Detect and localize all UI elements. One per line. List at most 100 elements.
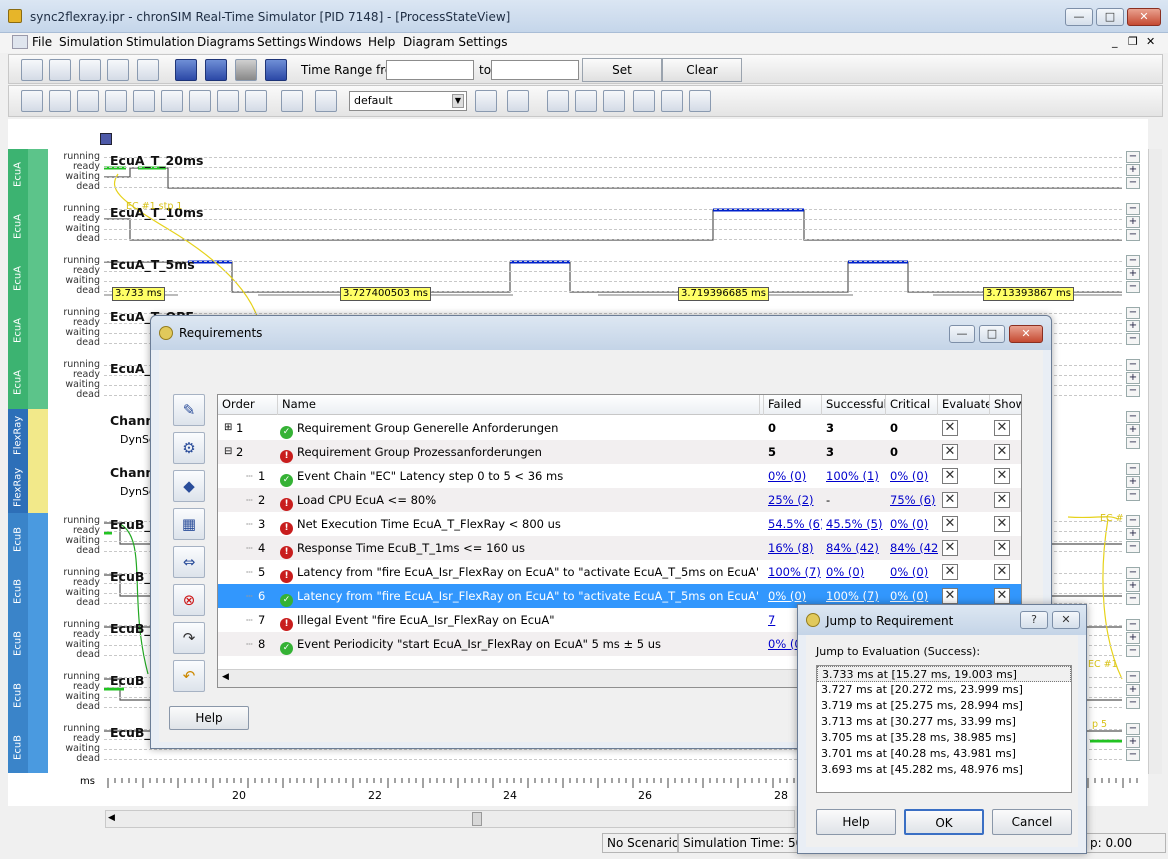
jump-list[interactable]: 3.733 ms at [15.27 ms, 19.003 ms] 3.727 m…	[816, 665, 1072, 793]
eye-icon[interactable]	[315, 90, 337, 112]
lane-title[interactable]: EcuB_	[110, 517, 151, 532]
jump-help-action-button[interactable]: Help	[816, 809, 896, 835]
lane-expand-icon[interactable]: +	[1126, 736, 1140, 748]
lane-collapse-icon[interactable]: −	[1126, 177, 1140, 189]
delete-icon[interactable]: ⊗	[173, 584, 205, 616]
requirement-settings-icon[interactable]: ⚙	[173, 432, 205, 464]
jump-list-item[interactable]: 3.713 ms at [30.277 ms, 33.99 ms]	[817, 714, 1071, 730]
lane-collapse-icon[interactable]: −	[1126, 255, 1140, 267]
diagram-settings-icon[interactable]	[475, 90, 497, 112]
lane-expand-icon[interactable]: +	[1126, 268, 1140, 280]
open-project-icon[interactable]	[21, 59, 43, 81]
requirement-critical[interactable]: 84% (42)	[890, 536, 938, 560]
signal-icon[interactable]	[281, 90, 303, 112]
lane-expand-icon[interactable]: +	[1126, 528, 1140, 540]
lane-collapse-icon[interactable]: −	[1126, 697, 1140, 709]
latency-label[interactable]: 3.713393867 ms	[983, 287, 1074, 301]
run-fast-icon[interactable]	[175, 59, 197, 81]
box-plot-icon[interactable]	[133, 90, 155, 112]
latency-label[interactable]: 3.719396685 ms	[678, 287, 769, 301]
col-critical[interactable]: Critical	[886, 395, 938, 415]
lane-collapse-icon[interactable]: −	[1126, 151, 1140, 163]
jump-cancel-button[interactable]: Cancel	[992, 809, 1072, 835]
jump-icon[interactable]: ⇔	[173, 546, 205, 578]
jump-list-item[interactable]: 3.727 ms at [20.272 ms, 23.999 ms]	[817, 682, 1071, 698]
diagram-vertical-scrollbar[interactable]	[1148, 149, 1162, 774]
distribution-icon[interactable]	[245, 90, 267, 112]
requirement-failed[interactable]: 0% (0)	[768, 464, 822, 488]
col-evaluate[interactable]: Evaluate	[938, 395, 990, 415]
lane-title[interactable]: Chann	[110, 465, 154, 480]
jump-list-item[interactable]: 3.705 ms at [35.28 ms, 38.985 ms]	[817, 730, 1071, 746]
pause-icon[interactable]	[235, 59, 257, 81]
lane-collapse-icon[interactable]: −	[1126, 541, 1140, 553]
jump-list-item[interactable]: 3.693 ms at [45.282 ms, 48.976 ms]	[817, 762, 1071, 778]
chart-icon[interactable]: ▦	[173, 508, 205, 540]
requirement-row[interactable]: ⊟ 2! Requirement Group Prozessanforderunge…	[218, 440, 1021, 464]
zoom-out-icon[interactable]	[661, 90, 683, 112]
lane-collapse-icon[interactable]: −	[1126, 749, 1140, 761]
latency-label[interactable]: 3.733 ms	[112, 287, 165, 301]
lane-collapse-icon[interactable]: −	[1126, 333, 1140, 345]
menu-stimulation[interactable]: Stimulation	[126, 35, 195, 49]
requirement-row[interactable]: ┄ 2! Load CPU EcuA <= 80% 25% (2) -75% (6) ✕ ✕	[218, 488, 1021, 512]
print-icon[interactable]	[137, 59, 159, 81]
menu-diagram-settings[interactable]: Diagram Settings	[403, 35, 508, 49]
lane-title[interactable]: EcuA_T_20ms	[110, 153, 203, 168]
requirement-failed[interactable]: 100% (7)	[768, 560, 822, 584]
lane-expand-icon[interactable]: +	[1126, 216, 1140, 228]
lane-collapse-icon[interactable]: −	[1126, 489, 1140, 501]
menu-simulation[interactable]: Simulation	[59, 35, 123, 49]
undo-icon[interactable]: ↶	[173, 660, 205, 692]
show-checkbox[interactable]: ✕	[994, 468, 1010, 484]
lane-collapse-icon[interactable]: −	[1126, 411, 1140, 423]
col-order[interactable]: Order	[218, 395, 278, 415]
col-failed[interactable]: Failed	[764, 395, 822, 415]
jump-help-button[interactable]: ?	[1020, 611, 1048, 629]
state-diagram-icon[interactable]	[21, 90, 43, 112]
lane-collapse-icon[interactable]: −	[1126, 567, 1140, 579]
col-name[interactable]: Name	[278, 395, 760, 415]
requirement-failed[interactable]: 16% (8)	[768, 536, 822, 560]
evaluate-icon[interactable]: ◆	[173, 470, 205, 502]
step-icon[interactable]	[205, 59, 227, 81]
sequence-icon[interactable]	[217, 90, 239, 112]
lane-title[interactable]: Chann	[110, 413, 154, 428]
time-range-to-input[interactable]	[491, 60, 579, 80]
menu-diagrams[interactable]: Diagrams	[197, 35, 255, 49]
lane-collapse-icon[interactable]: −	[1126, 229, 1140, 241]
bar-chart-icon[interactable]	[105, 90, 127, 112]
requirement-successful[interactable]: -	[826, 488, 886, 512]
evaluate-checkbox[interactable]: ✕	[942, 588, 958, 604]
menu-file[interactable]: File	[32, 35, 52, 49]
latency-label[interactable]: 3.727400503 ms	[340, 287, 431, 301]
lane-expand-icon[interactable]: +	[1126, 580, 1140, 592]
gantt-diagram-icon[interactable]	[49, 90, 71, 112]
lane-expand-icon[interactable]: +	[1126, 684, 1140, 696]
jump-close-button[interactable]: ✕	[1052, 611, 1080, 629]
requirements-minimize-button[interactable]: —	[949, 325, 975, 343]
lane-collapse-icon[interactable]: −	[1126, 671, 1140, 683]
requirement-row[interactable]: ┄ 1 ✓ Event Chain "EC" Latency step 0 to 5 …	[218, 464, 1021, 488]
settings-wizard-icon[interactable]	[79, 59, 101, 81]
scroll-left-icon[interactable]: ◀	[222, 672, 229, 682]
requirement-successful[interactable]: 0% (0)	[826, 560, 886, 584]
menu-settings[interactable]: Settings	[257, 35, 306, 49]
requirement-successful[interactable]: 45.5% (5)	[826, 512, 886, 536]
requirement-critical[interactable]: 75% (6)	[890, 488, 938, 512]
lane-expand-icon[interactable]: +	[1126, 476, 1140, 488]
evaluate-checkbox[interactable]: ✕	[942, 468, 958, 484]
lane-collapse-icon[interactable]: −	[1126, 307, 1140, 319]
save-tve-icon[interactable]	[49, 59, 71, 81]
lane-collapse-icon[interactable]: −	[1126, 385, 1140, 397]
show-checkbox[interactable]: ✕	[994, 420, 1010, 436]
document-icon[interactable]	[107, 59, 129, 81]
menu-help[interactable]: Help	[368, 35, 395, 49]
requirement-row[interactable]: ┄ 4! Response Time EcuB_T_1ms <= 160 us 16%…	[218, 536, 1021, 560]
requirement-critical[interactable]: 0% (0)	[890, 560, 938, 584]
requirements-maximize-button[interactable]: □	[979, 325, 1005, 343]
mdi-doc-icon[interactable]	[12, 35, 28, 49]
col-show[interactable]: Show	[990, 395, 1021, 415]
lane-expand-icon[interactable]: +	[1126, 632, 1140, 644]
tree-expander-icon[interactable]: ⊟	[224, 440, 236, 464]
